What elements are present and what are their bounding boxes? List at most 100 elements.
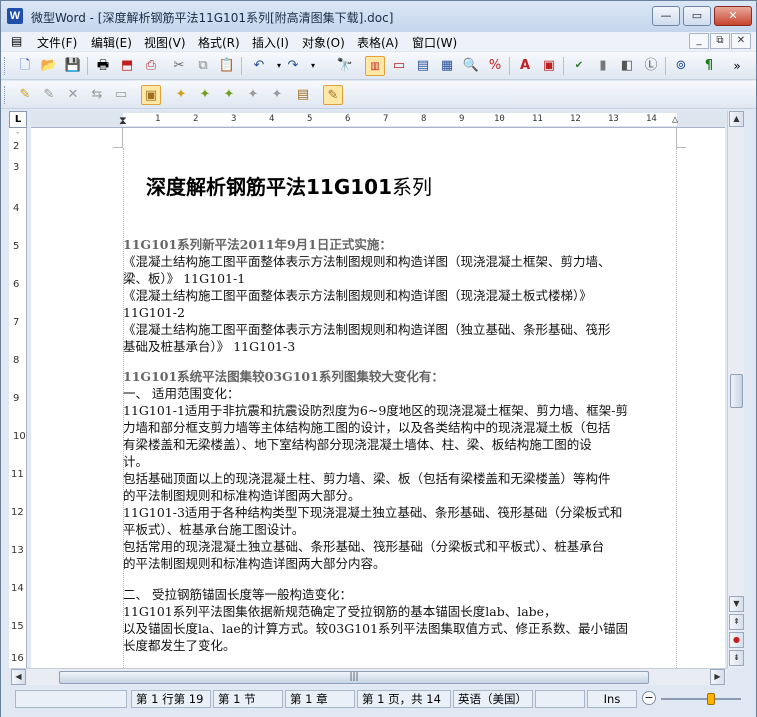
track-changes-icon[interactable]: ✎ — [323, 85, 343, 105]
maximize-button[interactable]: ▭ — [683, 6, 711, 26]
pdf-icon[interactable]: ⬒ — [117, 56, 137, 76]
toolbar-grip[interactable] — [4, 57, 7, 75]
percent-icon[interactable]: % — [485, 56, 505, 76]
minimize-button[interactable]: — — [652, 6, 680, 26]
status-language[interactable]: 英语（美国） — [453, 690, 533, 708]
delete-revision-icon[interactable]: ✕ — [63, 85, 83, 105]
edit-revision-icon[interactable]: ✎ — [39, 85, 59, 105]
chart-icon[interactable]: ▮ — [593, 56, 613, 76]
open-folder-icon[interactable]: 📂 — [39, 56, 59, 76]
doc-line[interactable]: 一、 适用范围变化： — [123, 385, 675, 402]
doc-line[interactable]: 的平法制图规则和标准构造详图两大部分。 — [123, 487, 675, 504]
redo-icon[interactable]: ↷ — [283, 56, 303, 76]
copy-icon[interactable]: ⧉ — [193, 56, 213, 76]
doc-line[interactable]: 梁、板）》 11G101-1 — [123, 270, 675, 287]
toolbar-grip[interactable] — [4, 86, 7, 104]
doc-line[interactable]: 11G101系列平法图集依据新规范确定了受拉钢筋的基本锚固长度lab、labe， — [123, 603, 675, 620]
doc-line[interactable]: 以及锚固长度la、lae的计算方式。较03G101系列平法图集取值方式、修正系数… — [123, 620, 675, 637]
doc-line[interactable]: 包括常用的现浇混凝土独立基础、条形基础、筏形基础（分梁板式和平板式）、桩基承台 — [123, 538, 675, 555]
font-color-icon[interactable]: A — [515, 56, 535, 76]
horizontal-ruler[interactable]: ⧗ 1 2 3 4 5 6 7 8 9 10 11 12 13 14 △ — [31, 111, 725, 128]
doc-line[interactable]: 二、 受拉钢筋锚固长度等一般构造变化： — [123, 586, 675, 603]
vertical-ruler[interactable]: - 2 3 4 5 6 7 8 9 10 11 12 13 14 15 16 — [9, 128, 27, 668]
zoom-icon[interactable]: 🔍 — [461, 56, 481, 76]
menu-insert[interactable]: 插入(I) — [252, 34, 289, 51]
show-markup-icon[interactable]: ▭ — [111, 85, 131, 105]
doc-line[interactable]: 平板式）、桩基承台施工图设计。 — [123, 521, 675, 538]
doc-line[interactable]: 《混凝土结构施工图平面整体表示方法制图规则和构造详图（现浇混凝土框架、剪力墙、 — [123, 253, 675, 270]
accept-all-icon[interactable]: ✦ — [243, 85, 263, 105]
insert-field-icon[interactable]: ▣ — [539, 56, 559, 76]
zoom-slider-knob[interactable] — [707, 693, 715, 705]
doc-line[interactable]: 计。 — [123, 453, 675, 470]
vertical-scroll-thumb[interactable] — [730, 374, 743, 408]
print-preview-icon[interactable]: ⎙ — [141, 56, 161, 76]
undo-icon[interactable]: ↶ — [249, 56, 269, 76]
browse-object-icon[interactable]: ● — [729, 632, 744, 648]
doc-line[interactable]: 《混凝土结构施工图平面整体表示方法制图规则和构造详图（现浇混凝土板式楼梯）》 — [123, 287, 675, 304]
zoom-slider[interactable] — [661, 698, 741, 700]
doc-line[interactable]: 基础及桩基承台）》 11G101-3 — [123, 338, 675, 355]
accept-icon[interactable]: ▣ — [141, 85, 161, 105]
review-pane-icon[interactable]: ▤ — [293, 85, 313, 105]
menu-format[interactable]: 格式(R) — [198, 34, 240, 51]
menu-file[interactable]: 文件(F) — [37, 34, 77, 51]
doc-line[interactable]: 包括基础顶面以上的现浇混凝土柱、剪力墙、梁、板（包括有梁楼盖和无梁楼盖）等构件 — [123, 470, 675, 487]
next-page-icon[interactable]: ⇟ — [729, 650, 744, 666]
doc-line[interactable]: 有梁楼盖和无梁楼盖）、地下室结构部分现浇混凝土墙体、柱、梁、板结构施工图的设 — [123, 436, 675, 453]
compare-icon[interactable]: ⇆ — [87, 85, 107, 105]
paste-icon[interactable]: 📋 — [217, 56, 237, 76]
print-icon[interactable]: 🖶 — [93, 56, 113, 76]
paragraph-mark-icon[interactable]: ¶ — [699, 56, 719, 76]
fullscreen-icon[interactable]: ▦ — [437, 56, 457, 76]
right-indent-marker-icon[interactable]: △ — [672, 114, 678, 125]
indent-marker-icon[interactable]: ⧗ — [119, 114, 127, 128]
binoculars-find-icon[interactable]: 🔭 — [335, 56, 355, 76]
previous-change-icon[interactable]: ✦ — [219, 85, 239, 105]
doc-line[interactable]: 11G101系统平法图集较03G101系列图集较大变化有： — [123, 368, 675, 385]
horizontal-scrollbar[interactable]: ◀ ||| ▶ — [11, 668, 727, 685]
doc-line[interactable]: 的平法制图规则和标准构造详图两大部分内容。 — [123, 555, 675, 572]
page-view-icon[interactable]: ▥ — [365, 56, 385, 76]
doc-line[interactable]: 11G101-3适用于各种结构类型下现浇混凝土独立基础、条形基础、筏形基础（分梁… — [123, 504, 675, 521]
next-change-icon[interactable]: ✦ — [195, 85, 215, 105]
horizontal-scroll-thumb[interactable]: ||| — [59, 671, 649, 684]
doc-close-button[interactable]: ✕ — [731, 33, 751, 49]
cut-icon[interactable]: ✂ — [169, 56, 189, 76]
web-view-icon[interactable]: ▭ — [389, 56, 409, 76]
doc-line[interactable]: 11G101-1适用于非抗震和抗震设防烈度为6~9度地区的现浇混凝土框架、剪力墙… — [123, 402, 675, 419]
toolbar-more-icon[interactable]: » — [727, 56, 747, 76]
menu-window[interactable]: 窗口(W) — [412, 34, 457, 51]
shapes-icon[interactable]: ◧ — [617, 56, 637, 76]
text-box-icon[interactable]: Ⓛ — [641, 56, 661, 76]
doc-minimize-button[interactable]: _ — [689, 33, 709, 49]
doc-line[interactable]: 长度都发生了变化。 — [123, 637, 675, 654]
doc-line[interactable]: 《混凝土结构施工图平面整体表示方法制图规则和构造详图（独立基础、条形基础、筏形 — [123, 321, 675, 338]
outline-view-icon[interactable]: ▤ — [413, 56, 433, 76]
binoculars-icon[interactable]: ⊚ — [671, 56, 691, 76]
vertical-scrollbar[interactable]: ▲ ▼ ⇞ ● ⇟ — [727, 111, 744, 668]
menu-view[interactable]: 视图(V) — [144, 34, 186, 51]
document-heading[interactable]: 深度解析钢筋平法11G101系列 — [146, 171, 432, 200]
document-canvas[interactable]: 深度解析钢筋平法11G101系列 11G101系列新平法2011年9月1日正式实… — [31, 128, 725, 668]
tab-selector[interactable]: L — [9, 111, 27, 128]
status-insert-mode[interactable]: Ins — [587, 690, 637, 708]
scroll-left-icon[interactable]: ◀ — [11, 669, 26, 685]
scroll-up-icon[interactable]: ▲ — [729, 111, 744, 127]
reject-all-icon[interactable]: ✦ — [267, 85, 287, 105]
doc-line[interactable]: 11G101-2 — [123, 304, 675, 321]
menu-edit[interactable]: 编辑(E) — [91, 34, 132, 51]
new-document-icon[interactable]: 🗋 — [15, 56, 35, 76]
doc-line[interactable]: 力墙和部分框支剪力墙等主体结构施工图的设计，以及各类结构中的现浇混凝土板（包括 — [123, 419, 675, 436]
reject-icon[interactable]: ✦ — [171, 85, 191, 105]
save-icon[interactable]: 💾 — [63, 56, 83, 76]
zoom-out-button[interactable]: − — [642, 691, 656, 705]
redo-dropdown-icon[interactable]: ▾ — [303, 56, 323, 76]
menu-table[interactable]: 表格(A) — [357, 34, 399, 51]
doc-restore-button[interactable]: ⧉ — [710, 33, 730, 49]
close-button[interactable]: ✕ — [714, 6, 752, 26]
scroll-right-icon[interactable]: ▶ — [710, 669, 725, 685]
doc-line[interactable]: 11G101系列新平法2011年9月1日正式实施： — [123, 236, 675, 253]
prev-page-icon[interactable]: ⇞ — [729, 614, 744, 630]
spellcheck-icon[interactable]: ✔ — [569, 56, 589, 76]
